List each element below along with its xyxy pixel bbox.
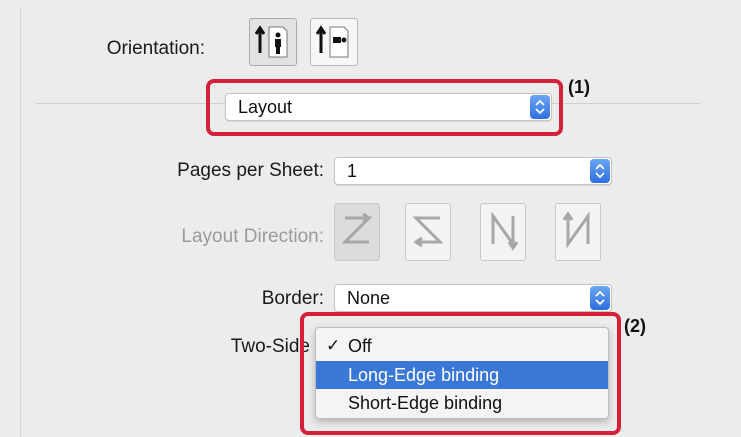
pages-per-sheet-stepper-icon bbox=[590, 159, 610, 183]
section-select-value: Layout bbox=[238, 97, 293, 117]
section-select-stepper-icon bbox=[530, 95, 550, 119]
border-stepper-icon bbox=[590, 286, 610, 310]
pages-per-sheet-value: 1 bbox=[347, 161, 358, 181]
border-value: None bbox=[347, 288, 391, 308]
callout-1-label: (1) bbox=[568, 77, 590, 97]
reverse-z-direction-icon bbox=[412, 216, 444, 248]
n-direction-icon bbox=[491, 211, 519, 251]
landscape-orientation-button[interactable] bbox=[310, 18, 358, 66]
section-select[interactable]: Layout bbox=[225, 93, 552, 121]
orientation-label: Orientation: bbox=[106, 38, 205, 59]
callout-2-box bbox=[300, 312, 621, 435]
border-label: Border: bbox=[261, 288, 324, 309]
two-sided-label: Two-Side bbox=[230, 336, 310, 357]
portrait-icon bbox=[254, 25, 288, 58]
landscape-icon bbox=[315, 25, 349, 58]
callout-2-label: (2) bbox=[624, 316, 646, 336]
pages-per-sheet-label: Pages per Sheet: bbox=[177, 160, 324, 181]
layout-direction-n-button[interactable] bbox=[480, 203, 526, 261]
layout-direction-reverse-n-button[interactable] bbox=[555, 203, 601, 261]
reverse-n-direction-icon bbox=[562, 211, 590, 249]
pages-per-sheet-select[interactable]: 1 bbox=[334, 157, 612, 185]
border-select[interactable]: None bbox=[334, 284, 612, 312]
layout-direction-label: Layout Direction: bbox=[181, 226, 324, 247]
portrait-orientation-button[interactable] bbox=[249, 18, 297, 66]
layout-direction-z-button[interactable] bbox=[334, 203, 380, 261]
layout-direction-reverse-z-button[interactable] bbox=[405, 203, 451, 261]
z-direction-icon bbox=[341, 212, 373, 244]
